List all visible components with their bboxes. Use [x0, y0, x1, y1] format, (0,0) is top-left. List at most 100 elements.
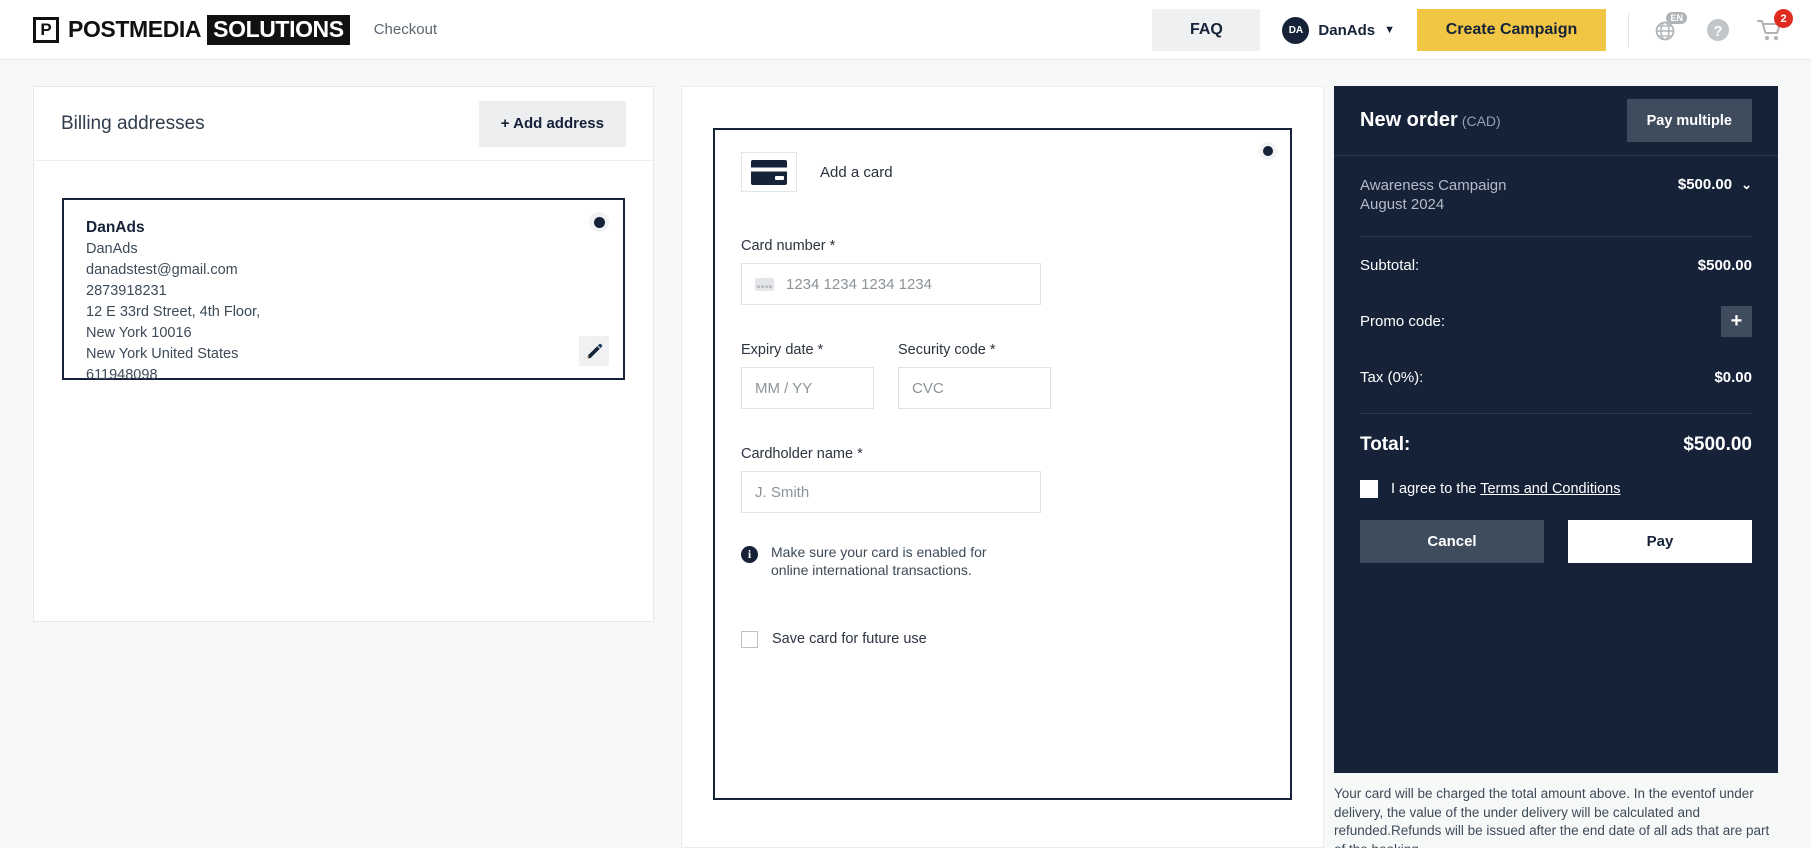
cart-count-badge: 2 [1774, 9, 1793, 28]
help-button[interactable]: ? [1703, 15, 1733, 45]
page-title: Checkout [373, 21, 438, 38]
add-address-button[interactable]: + Add address [478, 100, 626, 147]
payment-method-panel: Add a card Card number * 1234 1234 1234 … [681, 86, 1324, 848]
logo-word-solutions: SOLUTIONS [207, 14, 350, 45]
account-menu[interactable]: DA DanAds ▼ [1282, 16, 1395, 44]
cardholder-group: Cardholder name * J. Smith [741, 446, 1264, 513]
card-number-placeholder: 1234 1234 1234 1234 [786, 275, 932, 293]
address-phone: 2873918231 [86, 283, 167, 300]
add-card-header[interactable]: Add a card [741, 152, 1264, 192]
disclaimer-paragraph-1: Your card will be charged the total amou… [1334, 786, 1770, 848]
order-title: New order [1360, 109, 1458, 131]
save-card-label: Save card for future use [772, 631, 927, 648]
security-code-placeholder: CVC [912, 379, 944, 397]
address-name: DanAds [86, 219, 145, 236]
app-header: P POSTMEDIA SOLUTIONS Checkout FAQ DA Da… [0, 0, 1811, 60]
add-promo-code-button[interactable]: + [1721, 305, 1752, 337]
subtotal-row: Subtotal: $500.00 [1360, 237, 1752, 293]
cart-button[interactable]: 2 [1755, 9, 1793, 45]
radio-dot-icon [1263, 146, 1273, 156]
address-street: 12 E 33rd Street, 4th Floor, [86, 304, 261, 321]
tax-label: Tax (0%): [1360, 368, 1424, 386]
add-card-label: Add a card [820, 163, 893, 181]
account-name: DanAds [1318, 21, 1376, 39]
order-title-wrap: New order (CAD) [1360, 109, 1501, 132]
order-currency: (CAD) [1461, 113, 1501, 129]
card-info-text: Make sure your card is enabled for onlin… [771, 544, 987, 578]
expiry-security-row: Expiry date * MM / YY Security code * CV… [741, 342, 1264, 409]
pencil-icon [587, 343, 602, 358]
order-summary-body: Awareness Campaign August 2024 $500.00 ⌄… [1334, 156, 1778, 564]
address-email: danadstest@gmail.com [86, 262, 238, 279]
tax-row: Tax (0%): $0.00 [1360, 349, 1752, 405]
terms-and-conditions-link[interactable]: Terms and Conditions [1480, 481, 1620, 497]
order-action-buttons: Cancel Pay [1360, 498, 1752, 564]
language-code-badge: EN [1666, 12, 1687, 24]
info-icon: i [741, 546, 758, 563]
security-code-label: Security code * [898, 342, 996, 358]
credit-card-icon [751, 159, 787, 185]
question-mark-icon: ? [1707, 19, 1729, 41]
card-number-label: Card number * [741, 238, 836, 254]
promo-code-row: Promo code: + [1360, 293, 1752, 349]
cancel-button[interactable]: Cancel [1360, 520, 1544, 564]
edit-address-button[interactable] [579, 336, 609, 366]
terms-prefix: I agree to the [1391, 481, 1481, 498]
campaign-name: Awareness Campaign [1360, 177, 1507, 194]
add-card-section: Add a card Card number * 1234 1234 1234 … [713, 128, 1292, 800]
credit-card-thumb [741, 152, 797, 192]
address-city-zip: New York 10016 [86, 325, 192, 342]
card-info-note: i Make sure your card is enabled for onl… [741, 544, 1017, 580]
save-card-row[interactable]: Save card for future use [741, 630, 1264, 648]
total-value: $500.00 [1683, 434, 1752, 456]
terms-checkbox[interactable] [1360, 480, 1378, 499]
address-reference: 611948098 [86, 367, 158, 384]
order-summary-header: New order (CAD) Pay multiple [1334, 86, 1778, 156]
logo-word-postmedia: POSTMEDIA [68, 16, 202, 42]
payment-disclaimer: Your card will be charged the total amou… [1334, 785, 1778, 848]
address-company: DanAds [86, 241, 138, 257]
pay-button[interactable]: Pay [1568, 520, 1752, 564]
terms-text: I agree to the Terms and Conditions [1391, 481, 1620, 497]
total-row: Total: $500.00 [1360, 414, 1752, 462]
subtotal-label: Subtotal: [1360, 256, 1420, 274]
billing-panel-title: Billing addresses [61, 112, 205, 134]
security-code-input[interactable]: CVC [898, 367, 1051, 409]
promo-code-label: Promo code: [1360, 312, 1446, 330]
campaign-amount-wrap: $500.00 ⌄ [1678, 176, 1752, 193]
security-group: Security code * CVC [898, 342, 1051, 409]
svg-text:?: ? [1713, 23, 1722, 40]
brand-logo[interactable]: P POSTMEDIA SOLUTIONS [33, 14, 350, 45]
tax-value: $0.00 [1714, 368, 1752, 386]
chevron-down-icon[interactable]: ⌄ [1741, 177, 1752, 193]
expiry-placeholder: MM / YY [755, 379, 813, 397]
card-number-input[interactable]: 1234 1234 1234 1234 [741, 263, 1041, 305]
terms-row[interactable]: I agree to the Terms and Conditions [1360, 462, 1752, 499]
pay-multiple-button[interactable]: Pay multiple [1626, 99, 1752, 142]
order-line-campaign[interactable]: Awareness Campaign August 2024 $500.00 ⌄ [1360, 156, 1752, 238]
cardholder-placeholder: J. Smith [755, 483, 810, 501]
expiry-group: Expiry date * MM / YY [741, 342, 874, 409]
radio-dot-icon [593, 216, 605, 228]
subtotal-value: $500.00 [1697, 256, 1752, 274]
order-summary-panel: New order (CAD) Pay multiple Awareness Ca… [1334, 86, 1778, 773]
campaign-text: Awareness Campaign August 2024 [1360, 176, 1506, 214]
address-card[interactable]: DanAds DanAds danadstest@gmail.com 28739… [62, 198, 625, 383]
faq-button[interactable]: FAQ [1152, 9, 1261, 51]
cardholder-input[interactable]: J. Smith [741, 471, 1041, 513]
checkout-content: Billing addresses + Add address DanAds D… [0, 60, 1811, 848]
save-card-checkbox[interactable] [741, 630, 758, 648]
billing-panel-header: Billing addresses + Add address [34, 87, 653, 161]
language-selector[interactable]: EN [1651, 12, 1687, 45]
card-number-group: Card number * 1234 1234 1234 1234 [741, 238, 1264, 305]
payment-method-radio[interactable] [1259, 142, 1277, 160]
billing-addresses-panel: Billing addresses + Add address DanAds D… [33, 86, 654, 622]
address-select-radio[interactable] [589, 212, 609, 232]
total-label: Total: [1360, 434, 1411, 456]
expiry-input[interactable]: MM / YY [741, 367, 874, 409]
create-campaign-button[interactable]: Create Campaign [1417, 9, 1606, 51]
chevron-down-icon: ▼ [1384, 24, 1395, 36]
postmedia-p-icon: P [33, 16, 59, 43]
campaign-amount: $500.00 [1677, 176, 1733, 193]
campaign-period: August 2024 [1360, 196, 1445, 214]
